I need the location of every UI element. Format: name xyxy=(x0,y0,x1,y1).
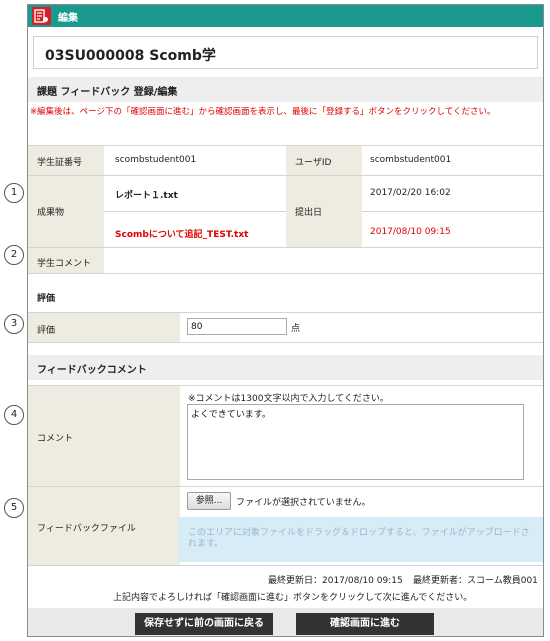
confirm-instruction: 上記内容でよろしければ「確認画面に進む」ボタンをクリックして次に進んでください。 xyxy=(113,593,473,603)
callout-marker-2: 2 xyxy=(4,245,24,265)
page-title: 03SU000008 Scomb学 xyxy=(45,48,216,64)
user-id-label: ユーザID xyxy=(295,158,332,168)
student-id-label: 学生証番号 xyxy=(37,158,83,168)
user-id-label-cell: ユーザID xyxy=(286,146,362,175)
submit-date-1: 2017/02/20 16:02 xyxy=(370,188,451,198)
header-bar: 編集 xyxy=(28,5,543,27)
student-id-value: scombstudent001 xyxy=(115,155,197,165)
student-comment-label-cell: 学生コメント xyxy=(28,248,104,273)
evaluation-label: 評価 xyxy=(37,326,56,336)
proceed-to-confirm-button[interactable]: 確認画面に進む xyxy=(296,613,434,635)
feedback-comment-heading: フィードバックコメント xyxy=(37,365,147,376)
deliverables-label: 成果物 xyxy=(37,208,65,218)
last-updated-by: 最終更新者：スコーム教員001 xyxy=(413,576,538,586)
footer-bar xyxy=(28,608,543,636)
back-without-saving-button[interactable]: 保存せずに前の画面に戻る xyxy=(135,613,273,635)
submit-date-label-cell: 提出日 xyxy=(286,176,362,247)
student-name-box: 03SU000008 Scomb学 xyxy=(33,36,538,69)
header-title: 編集 xyxy=(58,13,78,24)
score-unit: 点 xyxy=(291,324,301,334)
deliverable-file-1[interactable]: レポート１.txt xyxy=(115,188,178,201)
section-header: 課題 フィードバック 登録/編集 xyxy=(28,77,543,102)
feedback-file-label: フィードバックファイル xyxy=(37,524,136,534)
comment-limit-note: ※コメントは1300文字以内で入力してください。 xyxy=(188,394,389,404)
user-id-value: scombstudent001 xyxy=(370,155,452,165)
callout-marker-4: 4 xyxy=(4,405,24,425)
student-comment-label: 学生コメント xyxy=(37,259,92,269)
callout-marker-3: 3 xyxy=(4,314,24,334)
edit-document-icon xyxy=(32,7,51,25)
feedback-comment-section-header: フィードバックコメント xyxy=(28,355,543,380)
browse-file-button[interactable]: 参照... xyxy=(187,492,231,510)
feedback-comment-textarea[interactable] xyxy=(187,404,524,480)
callout-marker-1: 1 xyxy=(4,183,24,203)
deliverable-file-2[interactable]: Scombについて追記_TEST.txt xyxy=(115,227,248,240)
notice-text: ※編集後は、ページ下の「確認画面に進む」から確認画面を表示し、最後に「登録する」… xyxy=(30,107,496,117)
section-title: 課題 フィードバック 登録/編集 xyxy=(37,87,178,98)
comment-label-cell: コメント xyxy=(28,386,180,486)
dropzone-text: このエリアに対象ファイルをドラッグ＆ドロップすると、ファイルがアップロードされま… xyxy=(188,528,530,549)
callout-marker-5: 5 xyxy=(4,498,24,518)
comment-label: コメント xyxy=(37,434,74,444)
submit-date-2: 2017/08/10 09:15 xyxy=(370,227,451,237)
evaluation-heading: 評価 xyxy=(37,294,56,304)
submit-date-label: 提出日 xyxy=(295,208,323,218)
file-dropzone[interactable]: このエリアに対象ファイルをドラッグ＆ドロップすると、ファイルがアップロードされま… xyxy=(178,517,543,562)
feedback-file-label-cell: フィードバックファイル xyxy=(28,487,180,565)
student-id-label-cell: 学生証番号 xyxy=(28,146,104,175)
deliverables-label-cell: 成果物 xyxy=(28,176,104,247)
last-updated-date: 最終更新日：2017/08/10 09:15 xyxy=(268,576,403,586)
evaluation-label-cell: 評価 xyxy=(28,313,180,342)
file-status-text: ファイルが選択されていません。 xyxy=(236,498,371,508)
score-input[interactable] xyxy=(187,318,287,335)
